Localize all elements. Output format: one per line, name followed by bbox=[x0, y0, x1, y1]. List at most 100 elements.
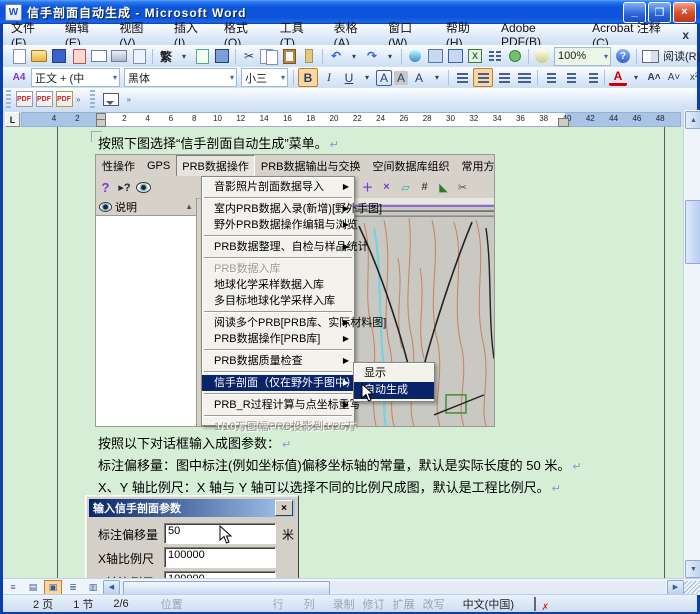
prb-menu-item-8[interactable]: 地球化学采样数据入库 bbox=[202, 277, 354, 293]
prb-menu-item-11[interactable]: 阅读多个PRB[PRB库、实际材料图]▶ bbox=[202, 315, 354, 331]
gis-context-help-icon[interactable]: ▸? bbox=[116, 179, 133, 195]
print-preview-icon[interactable] bbox=[130, 48, 148, 65]
outline-view-button[interactable]: ≣ bbox=[64, 580, 82, 595]
gis-tool-icon-3[interactable]: # bbox=[416, 179, 433, 195]
help-icon[interactable]: ? bbox=[614, 48, 632, 65]
scaling-dropdown-icon[interactable]: ▾ bbox=[430, 69, 444, 86]
cut-icon[interactable]: ✂ bbox=[240, 48, 258, 65]
redo-dropdown-icon[interactable]: ▾ bbox=[383, 48, 397, 65]
paste-icon[interactable] bbox=[280, 48, 298, 65]
prb-menu-item-3[interactable]: 野外PRB数据操作编辑与浏览▶ bbox=[202, 217, 354, 233]
insert-table-icon[interactable] bbox=[446, 48, 464, 65]
align-center-button[interactable] bbox=[473, 68, 493, 87]
gis-tool-icon-1[interactable]: × bbox=[378, 179, 395, 195]
superscript-button[interactable]: x² bbox=[685, 69, 700, 86]
size-dropdown-icon[interactable]: ▾ bbox=[279, 73, 287, 82]
reading-view-button[interactable]: ▥ bbox=[84, 580, 102, 595]
format-painter-icon[interactable] bbox=[300, 48, 318, 65]
gis-tool-icon-2[interactable]: ▱ bbox=[397, 179, 414, 195]
prb-menu-item-2[interactable]: 室内PRB数据入录(新增)[野外手图]▶ bbox=[202, 201, 354, 217]
character-scaling-button[interactable]: A bbox=[410, 69, 428, 86]
drawing-icon[interactable] bbox=[506, 48, 524, 65]
toolbar-options-icon[interactable]: » bbox=[76, 96, 80, 103]
font-color-button[interactable]: A bbox=[609, 70, 627, 86]
gis-menu-0[interactable]: 性操作 bbox=[96, 155, 141, 177]
document-map-icon[interactable] bbox=[533, 48, 551, 65]
ruler-bar[interactable]: 4224681012141618202224262830323436384042… bbox=[21, 112, 681, 127]
scroll-left-icon[interactable]: ◀ bbox=[103, 580, 120, 595]
gis-menu-3[interactable]: PRB数据输出与交换 bbox=[255, 155, 367, 177]
dialog-input-1[interactable]: 100000 bbox=[164, 547, 276, 568]
horizontal-scroll-track[interactable] bbox=[121, 581, 666, 594]
align-right-button[interactable] bbox=[495, 69, 513, 86]
prb-menu-item-9[interactable]: 多目标地球化学采样入库 bbox=[202, 293, 354, 309]
hyperlink-icon[interactable] bbox=[406, 48, 424, 65]
permission-icon[interactable] bbox=[70, 48, 88, 65]
tables-borders-icon[interactable] bbox=[426, 48, 444, 65]
increase-indent-button[interactable] bbox=[582, 69, 600, 86]
font-combo[interactable]: 黑体 ▾ bbox=[124, 68, 237, 87]
grow-font-button[interactable]: A˄ bbox=[645, 69, 663, 86]
underline-button[interactable]: U bbox=[340, 69, 358, 86]
save-icon[interactable] bbox=[50, 48, 68, 65]
gis-menu-4[interactable]: 空间数据库组织 bbox=[366, 155, 455, 177]
open-icon[interactable] bbox=[30, 48, 48, 65]
research-icon[interactable] bbox=[213, 48, 231, 65]
resize-grip[interactable] bbox=[684, 581, 700, 594]
italic-button[interactable]: I bbox=[320, 69, 338, 86]
font-color-dropdown-icon[interactable]: ▾ bbox=[629, 69, 643, 86]
underline-dropdown-icon[interactable]: ▾ bbox=[360, 69, 374, 86]
redo-icon[interactable]: ↷ bbox=[363, 48, 381, 65]
scroll-down-icon[interactable]: ▼ bbox=[685, 560, 700, 578]
vertical-scrollbar[interactable]: ▲ ▼ bbox=[683, 110, 700, 578]
copy-icon[interactable] bbox=[260, 48, 278, 65]
prb-menu-item-5[interactable]: PRB数据整理、自检与样品统计▶ bbox=[202, 239, 354, 255]
convert-pdf-email-icon[interactable]: PDF bbox=[35, 91, 53, 108]
vertical-scroll-thumb[interactable] bbox=[685, 200, 700, 264]
prb-menu-item-0[interactable]: 音影照片剖面数据导入▶ bbox=[202, 179, 354, 195]
spelling-icon[interactable] bbox=[193, 48, 211, 65]
undo-dropdown-icon[interactable]: ▾ bbox=[347, 48, 361, 65]
print-layout-button[interactable]: ▣ bbox=[44, 580, 62, 595]
insert-excel-icon[interactable]: X bbox=[466, 48, 484, 65]
gis-tool-icon-4[interactable]: ◣ bbox=[435, 179, 452, 195]
hanging-indent-marker[interactable] bbox=[96, 119, 106, 127]
styles-pane-icon[interactable]: A4 bbox=[10, 69, 28, 86]
read-mode-button[interactable]: 阅读(R) bbox=[663, 48, 700, 64]
chinese-translation-icon[interactable]: 繁 bbox=[157, 48, 175, 65]
scroll-up-icon[interactable]: ▲ bbox=[685, 111, 700, 129]
submenu-item-0[interactable]: 显示 bbox=[354, 365, 434, 382]
prb-menu-item-16[interactable]: 信手剖面（仅在野外手图中）▶ bbox=[202, 375, 354, 391]
undo-icon[interactable]: ↶ bbox=[327, 48, 345, 65]
dialog-input-2[interactable]: 100000 bbox=[164, 571, 276, 578]
web-layout-button[interactable]: ▤ bbox=[24, 580, 42, 595]
zoom-combo[interactable]: 100% ▾ bbox=[554, 47, 611, 66]
print-icon[interactable] bbox=[110, 48, 128, 65]
gis-tool-icon-0[interactable]: ＋ bbox=[359, 179, 376, 195]
bullets-button[interactable] bbox=[562, 69, 580, 86]
prb-menu-item-12[interactable]: PRB数据操作[PRB库]▶ bbox=[202, 331, 354, 347]
close-document-icon[interactable]: x bbox=[682, 28, 689, 42]
numbering-button[interactable] bbox=[542, 69, 560, 86]
email-icon[interactable] bbox=[90, 48, 108, 65]
convert-to-pdf-icon[interactable]: PDF bbox=[15, 91, 33, 108]
font-dropdown-icon[interactable]: ▾ bbox=[228, 73, 236, 82]
bold-button[interactable]: B bbox=[298, 68, 318, 87]
document-area[interactable]: 按照下图选择“信手剖面自动生成”菜单。↵ 性操作GPSPRB数据操作PRB数据输… bbox=[3, 127, 683, 578]
toolbar-grip[interactable] bbox=[90, 90, 95, 108]
style-dropdown-icon[interactable]: ▾ bbox=[111, 73, 119, 82]
sort-icon[interactable]: ▲ bbox=[185, 202, 193, 211]
toolbar-options-icon[interactable]: » bbox=[126, 96, 130, 103]
read-book-icon[interactable] bbox=[641, 48, 659, 65]
right-indent-marker[interactable] bbox=[558, 118, 569, 127]
prb-menu-item-18[interactable]: PRB_R过程计算与点坐标重写▶ bbox=[202, 397, 354, 413]
tab-selector[interactable]: L bbox=[5, 112, 20, 127]
prb-menu-item-14[interactable]: PRB数据质量检查▶ bbox=[202, 353, 354, 369]
gis-tool-icon-5[interactable]: ✂ bbox=[454, 179, 471, 195]
align-left-button[interactable] bbox=[453, 69, 471, 86]
gis-menu-5[interactable]: 常用方法 bbox=[455, 155, 494, 177]
gis-menu-1[interactable]: GPS bbox=[141, 157, 176, 175]
dialog-close-icon[interactable]: × bbox=[275, 500, 293, 516]
distribute-button[interactable] bbox=[515, 69, 533, 86]
scroll-right-icon[interactable]: ▶ bbox=[667, 580, 684, 595]
